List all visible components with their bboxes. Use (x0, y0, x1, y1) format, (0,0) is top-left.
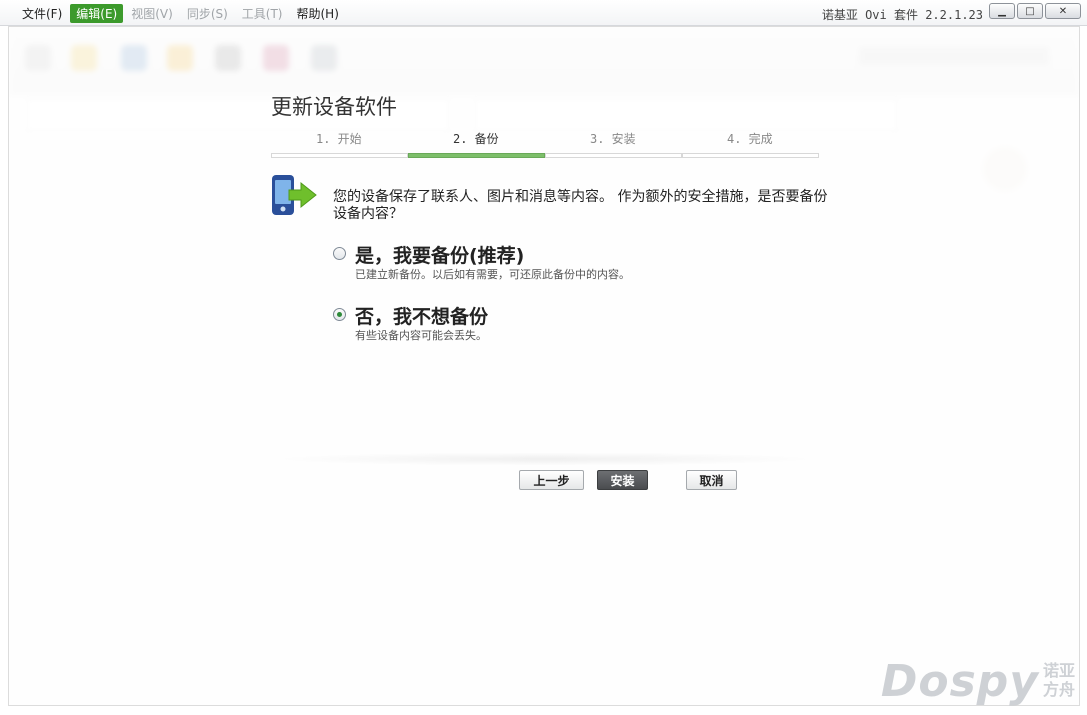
dialog-title: 更新设备软件 (271, 95, 397, 119)
window-controls: ▁ □ ✕ (987, 3, 1081, 19)
phone-arrow-icon (272, 175, 317, 215)
menu-help[interactable]: 帮助(H) (291, 4, 345, 23)
divider (271, 452, 819, 466)
back-button[interactable]: 上一步 (519, 470, 584, 490)
option-title: 否，我不想备份 (355, 306, 489, 328)
step-install: 3. 安装 (545, 128, 682, 158)
step-label: 2. 备份 (453, 132, 499, 146)
app-title: 诺基亚 Ovi 套件 2.2.1.23 (821, 8, 983, 22)
step-label: 1. 开始 (316, 132, 362, 146)
step-label: 3. 安装 (590, 132, 636, 146)
watermark-logo: Dospy (880, 656, 1039, 707)
wizard-steps: 1. 开始 2. 备份 3. 安装 4. 完成 (271, 128, 819, 158)
maximize-button[interactable]: □ (1017, 3, 1043, 19)
menu-bar: 文件(F) 编辑(E) 视图(V) 同步(S) 工具(T) 帮助(H) (16, 4, 347, 23)
backup-yes-radio[interactable] (333, 247, 346, 260)
close-button[interactable]: ✕ (1045, 3, 1081, 19)
minimize-button[interactable]: ▁ (989, 3, 1015, 19)
menu-file[interactable]: 文件(F) (16, 4, 68, 23)
step-progress-bar (271, 153, 408, 158)
maximize-icon: □ (1025, 5, 1035, 17)
watermark: Dospy 诺亚 方舟 (881, 656, 1075, 707)
step-label: 4. 完成 (727, 132, 773, 146)
menu-sync[interactable]: 同步(S) (181, 4, 234, 23)
step-progress-bar (545, 153, 682, 158)
step-finish: 4. 完成 (682, 128, 819, 158)
menu-view[interactable]: 视图(V) (125, 4, 179, 23)
step-start: 1. 开始 (271, 128, 408, 158)
option-subtitle: 已建立新备份。以后如有需要，可还原此备份中的内容。 (355, 268, 630, 281)
option-title: 是，我要备份(推荐) (355, 245, 525, 267)
install-button[interactable]: 安装 (597, 470, 648, 490)
minimize-icon: ▁ (998, 5, 1006, 17)
option-subtitle: 有些设备内容可能会丢失。 (355, 329, 487, 342)
backup-description: 您的设备保存了联系人、图片和消息等内容。 作为额外的安全措施，是否要备份设备内容… (333, 189, 828, 222)
title-bar: 文件(F) 编辑(E) 视图(V) 同步(S) 工具(T) 帮助(H) 诺基亚 … (0, 0, 1087, 26)
step-progress-bar (408, 153, 545, 158)
menu-edit[interactable]: 编辑(E) (70, 4, 124, 23)
step-backup: 2. 备份 (408, 128, 545, 158)
step-progress-bar (682, 153, 819, 158)
backup-no-radio[interactable] (333, 308, 346, 321)
menu-tools[interactable]: 工具(T) (236, 4, 289, 23)
close-icon: ✕ (1058, 5, 1068, 17)
watermark-text: 诺亚 方舟 (1042, 661, 1075, 699)
cancel-button[interactable]: 取消 (686, 470, 737, 490)
